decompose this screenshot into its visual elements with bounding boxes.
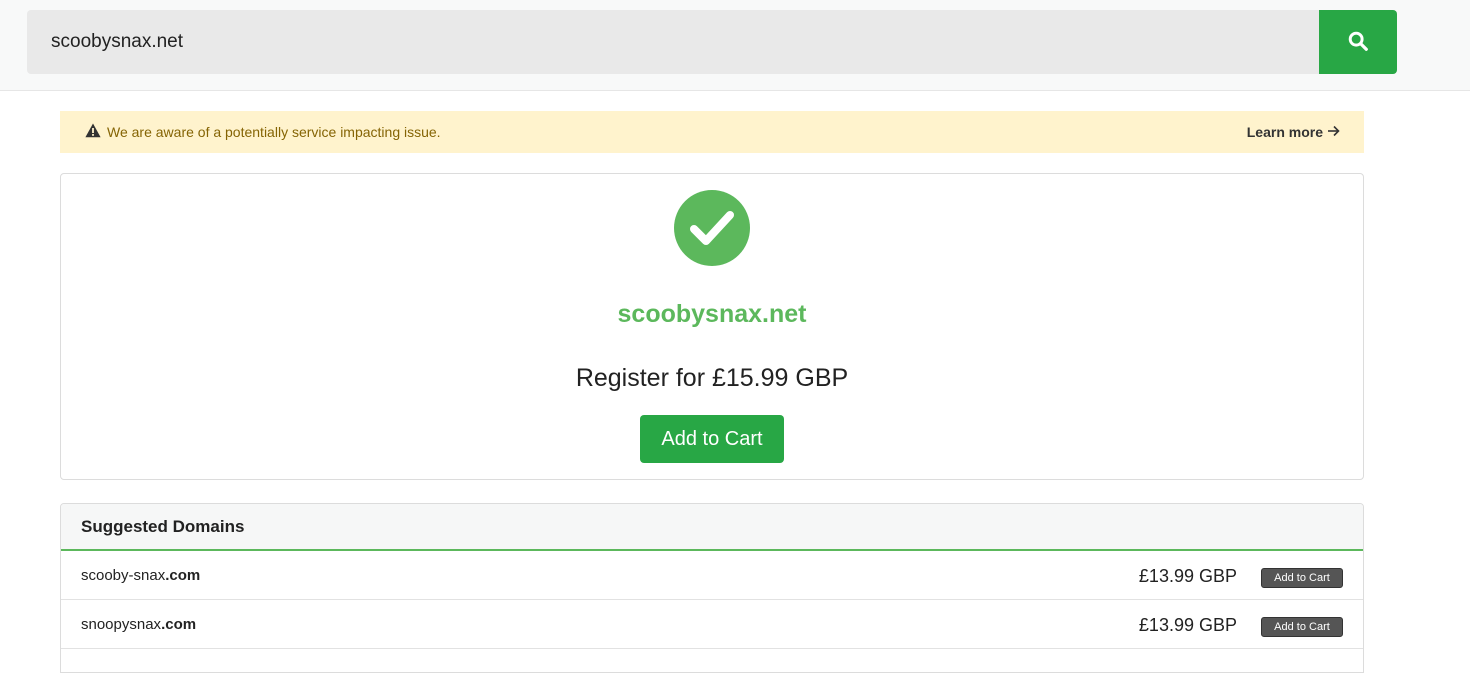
result-domain-name: scoobysnax.net xyxy=(617,300,807,328)
search-button[interactable] xyxy=(1319,10,1397,74)
suggested-domain-row: scooby-snax.com £13.99 GBP Add to Cart xyxy=(61,551,1363,600)
suggested-add-to-cart-button[interactable]: Add to Cart xyxy=(1261,568,1343,588)
suggested-add-to-cart-button[interactable]: Add to Cart xyxy=(1261,617,1343,637)
domain-search-input[interactable] xyxy=(27,10,1320,74)
suggested-domain-price: £13.99 GBP xyxy=(1138,566,1237,586)
suggested-domains-panel: Suggested Domains scooby-snax.com £13.99… xyxy=(60,503,1364,673)
suggested-domain-row: snoopysnax.com £13.99 GBP Add to Cart xyxy=(61,600,1363,649)
result-register-price: Register for £15.99 GBP xyxy=(575,364,849,392)
suggested-domains-title: Suggested Domains xyxy=(61,504,1363,551)
search-bar xyxy=(0,0,1470,91)
learn-more-link[interactable]: Learn more xyxy=(1247,124,1340,140)
suggested-domain-price: £13.99 GBP xyxy=(1138,615,1237,635)
alert-text: We are aware of a potentially service im… xyxy=(107,124,441,140)
warning-icon xyxy=(85,123,101,141)
suggested-domain-name: scooby-snax.com xyxy=(81,567,201,584)
domain-result-card: scoobysnax.net Register for £15.99 GBP A… xyxy=(60,173,1364,480)
add-to-cart-button[interactable]: Add to Cart xyxy=(640,415,784,463)
service-alert: We are aware of a potentially service im… xyxy=(60,111,1364,153)
alert-message: We are aware of a potentially service im… xyxy=(85,123,441,141)
search-icon xyxy=(1347,30,1369,55)
check-circle-icon xyxy=(674,190,750,266)
arrow-right-icon xyxy=(1327,124,1340,140)
suggested-domain-name: snoopysnax.com xyxy=(81,616,197,633)
learn-more-label: Learn more xyxy=(1246,124,1323,140)
